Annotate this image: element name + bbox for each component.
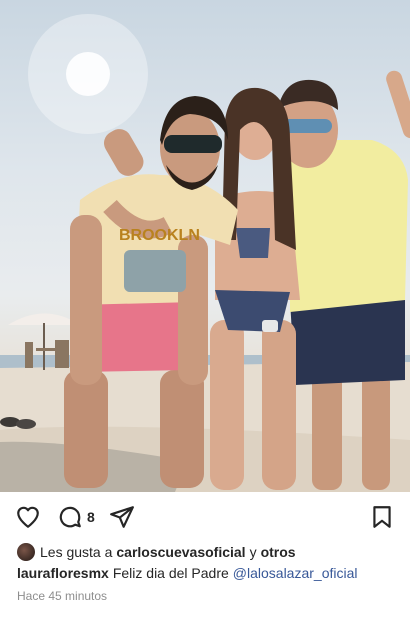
share-button[interactable] (108, 503, 136, 531)
caption-username-link[interactable]: lauraflores​mx (17, 565, 109, 581)
post-timestamp: Hace 45 minutos (17, 589, 108, 603)
caption-text: Feliz dia del Padre (112, 565, 229, 581)
likes-joiner: y (249, 544, 257, 560)
caption-mention-link[interactable]: @lalosalazar_oficial (233, 565, 358, 581)
send-icon (110, 506, 134, 528)
like-button[interactable] (14, 503, 42, 531)
comment-button[interactable] (56, 503, 84, 531)
beach-scene: BROOKLN (0, 14, 410, 492)
bookmark-icon (373, 506, 391, 528)
heart-icon (17, 506, 39, 528)
likes-prefix: Les gusta a (40, 544, 113, 560)
post-photo[interactable]: BROOKLN (0, 0, 410, 492)
likes-others-link[interactable]: otros (261, 544, 296, 560)
comment-count: 8 (87, 509, 95, 525)
svg-text:BROOKLN: BROOKLN (119, 227, 200, 244)
comment-icon (59, 506, 81, 528)
post-actions-bar: 8 (0, 500, 410, 534)
likes-summary[interactable]: Les gusta a carloscuevasoficial y otros (17, 542, 296, 562)
avatar (17, 543, 35, 561)
liked-by-user-link[interactable]: carloscuevasoficial (116, 544, 245, 560)
save-button[interactable] (368, 503, 396, 531)
post-caption: lauraflores​mx Feliz dia del Padre @lalosa… (17, 565, 358, 581)
